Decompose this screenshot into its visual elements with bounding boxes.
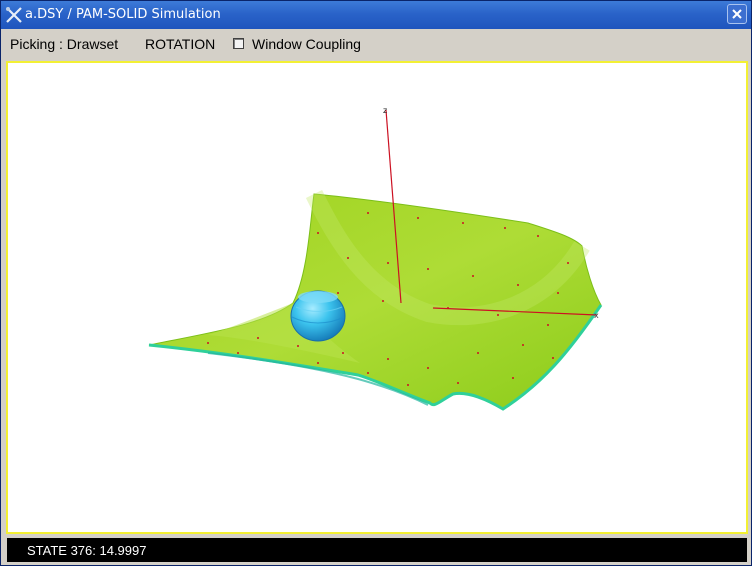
rotation-mode-label[interactable]: ROTATION	[145, 36, 215, 52]
picking-mode-label[interactable]: Picking : Drawset	[10, 36, 118, 52]
sphere-tool	[290, 290, 346, 342]
title-bar[interactable]: a.DSY / PAM-SOLID Simulation	[1, 1, 751, 29]
simulation-viewport[interactable]: z x	[6, 61, 748, 534]
app-window: a.DSY / PAM-SOLID Simulation Picking : D…	[0, 0, 752, 566]
window-title: a.DSY / PAM-SOLID Simulation	[25, 7, 221, 22]
simulation-scene: z x	[148, 106, 603, 411]
svg-text:z: z	[383, 106, 387, 115]
window-coupling-label[interactable]: Window Coupling	[252, 36, 361, 52]
svg-text:x: x	[594, 311, 599, 320]
close-icon	[732, 9, 742, 19]
status-bar: STATE 376: 14.9997	[7, 538, 747, 562]
window-coupling-checkbox[interactable]	[233, 38, 244, 49]
tools-icon[interactable]	[5, 6, 23, 24]
close-button[interactable]	[727, 4, 747, 24]
deformed-sheet	[148, 190, 603, 411]
state-readout: STATE 376: 14.9997	[27, 543, 147, 558]
toolbar: Picking : Drawset ROTATION Window Coupli…	[1, 29, 751, 59]
